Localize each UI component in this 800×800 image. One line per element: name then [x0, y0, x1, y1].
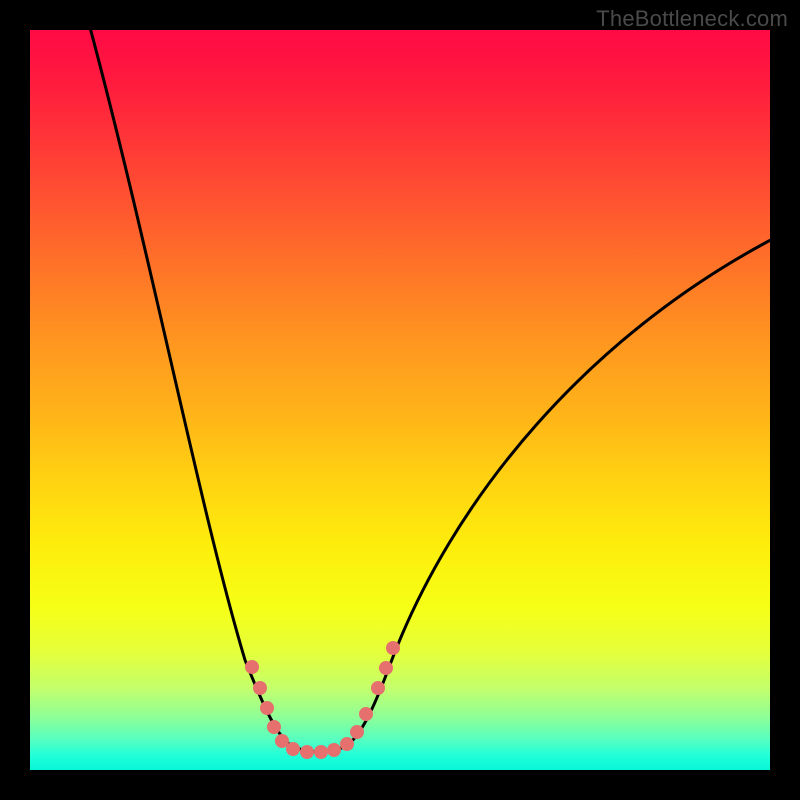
marker-dot — [286, 742, 300, 756]
curve-svg — [30, 30, 770, 770]
marker-dot — [267, 720, 281, 734]
marker-dot — [314, 745, 328, 759]
marker-dot — [300, 745, 314, 759]
plot-area — [30, 30, 770, 770]
chart-frame: TheBottleneck.com — [0, 0, 800, 800]
marker-dot — [340, 737, 354, 751]
marker-dot — [327, 743, 341, 757]
marker-dot — [371, 681, 385, 695]
marker-dot — [379, 661, 393, 675]
marker-dot — [245, 660, 259, 674]
bottleneck-curve — [88, 30, 770, 752]
marker-dot — [359, 707, 373, 721]
marker-dot — [260, 701, 274, 715]
watermark-text: TheBottleneck.com — [596, 6, 788, 32]
marker-dot — [253, 681, 267, 695]
marker-dot — [386, 641, 400, 655]
marker-dot — [350, 725, 364, 739]
